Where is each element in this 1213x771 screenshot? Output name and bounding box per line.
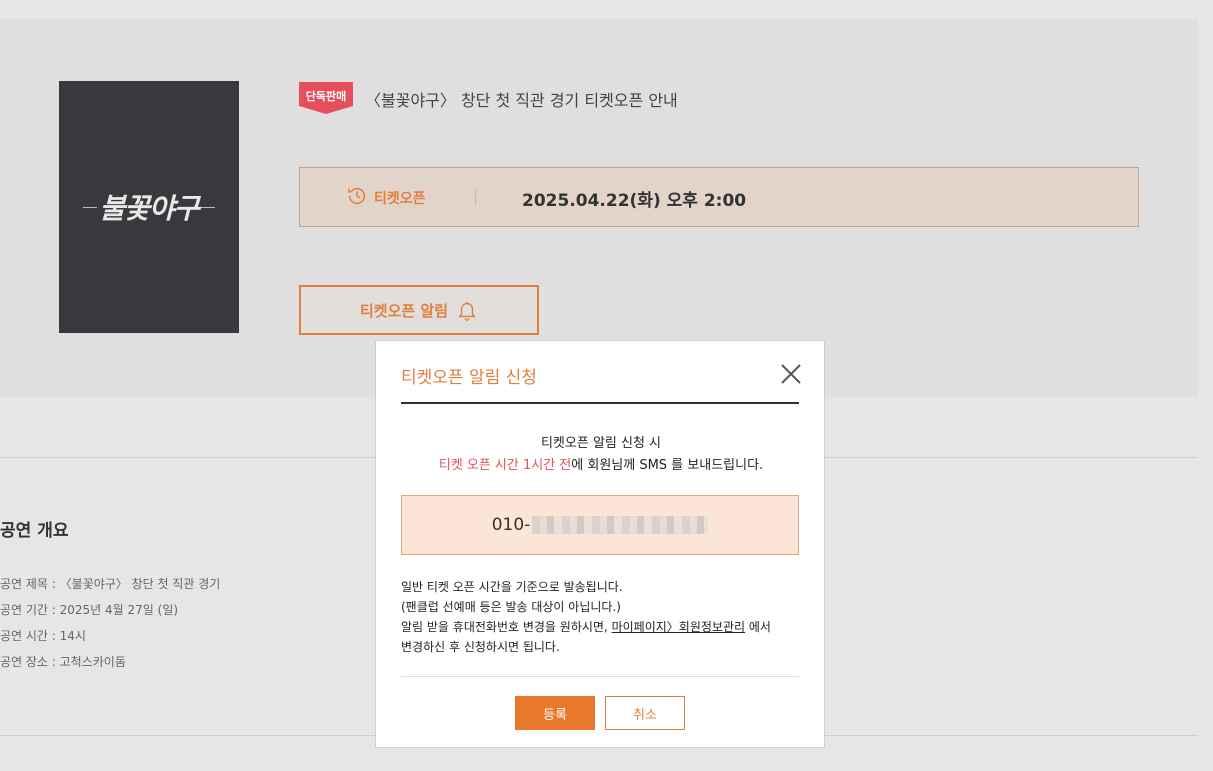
divider	[475, 189, 476, 205]
modal-message-line2: 티켓 오픈 시간 1시간 전에 회원님께 SMS 를 보내드립니다.	[376, 454, 826, 473]
overview-line: 공연 장소 : 고척스카이돔	[0, 655, 126, 669]
note-text: 에서	[745, 620, 771, 634]
note-line: 알림 받을 휴대전화번호 변경을 원하시면, 마이페이지〉회원정보관리 에서	[401, 617, 801, 637]
ticket-open-label: 티켓오픈	[374, 191, 426, 207]
phone-prefix: 010-	[491, 515, 531, 535]
note-line: 일반 티켓 오픈 시간을 기준으로 발송됩니다.	[401, 580, 623, 594]
event-poster: 불꽃야구	[59, 81, 239, 333]
modal-message-rest: 에 회원님께 SMS 를 보내드립니다.	[571, 458, 764, 473]
register-button[interactable]: 등록	[515, 696, 595, 730]
mypage-member-info-link[interactable]: 마이페이지〉회원정보관리	[612, 620, 745, 634]
note-line: (팬클럽 선예매 등은 발송 대상이 아닙니다.)	[401, 600, 621, 614]
modal-message-line1: 티켓오픈 알림 신청 시	[540, 436, 662, 451]
overview-title: 공연 개요	[0, 521, 69, 541]
phone-masked-blur	[532, 516, 709, 534]
overview-line: 공연 제목 : 〈불꽃야구〉 창단 첫 직관 경기	[0, 577, 221, 591]
note-line: 변경하신 후 신청하시면 됩니다.	[401, 640, 560, 654]
clock-history-icon	[348, 188, 366, 205]
bell-icon	[458, 301, 477, 321]
modal-message-accent: 티켓 오픈 시간 1시간 전	[438, 458, 572, 473]
overview-line: 공연 시간 : 14시	[0, 629, 86, 643]
notify-button-label: 티켓오픈 알림	[359, 301, 449, 320]
close-icon[interactable]	[778, 361, 804, 387]
ticket-open-date: 2025.04.22(화) 오후 2:00	[522, 191, 747, 211]
ticket-open-info: 티켓오픈 2025.04.22(화) 오후 2:00	[299, 167, 1139, 227]
ticket-open-notify-button[interactable]: 티켓오픈 알림	[299, 285, 539, 335]
note-text: 알림 받을 휴대전화번호 변경을 원하시면,	[401, 620, 612, 634]
cancel-button[interactable]: 취소	[605, 696, 685, 730]
modal-footer-rule	[401, 676, 799, 677]
notify-modal: 티켓오픈 알림 신청 티켓오픈 알림 신청 시 티켓 오픈 시간 1시간 전에 …	[375, 340, 825, 748]
modal-notes: 일반 티켓 오픈 시간을 기준으로 발송됩니다. (팬클럽 선예매 등은 발송 …	[401, 577, 801, 657]
overview-line: 공연 기간 : 2025년 4월 27일 (일)	[0, 603, 179, 617]
poster-logo: 불꽃야구	[83, 187, 215, 227]
phone-number-display: 010-	[401, 495, 799, 555]
modal-title: 티켓오픈 알림 신청	[401, 368, 537, 388]
event-title: 〈불꽃야구〉 창단 첫 직관 경기 티켓오픈 안내	[365, 91, 678, 110]
modal-title-rule	[401, 402, 799, 404]
